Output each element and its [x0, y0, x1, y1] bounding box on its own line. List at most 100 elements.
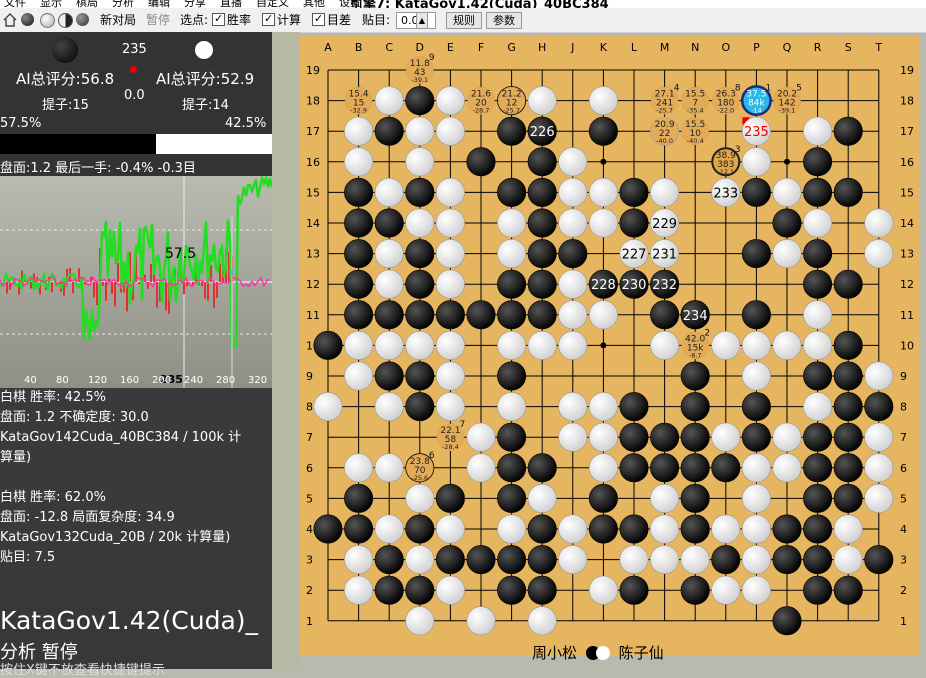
menu-item-6[interactable]: 直播	[220, 0, 242, 8]
calc-checkbox[interactable]	[262, 13, 275, 26]
window-title: 引擎7: KataGov1.42(Cuda)_40BC384	[350, 0, 609, 8]
white-stone	[834, 515, 862, 543]
row-label: 1	[900, 615, 907, 628]
info-line: 盘面: -12.8 局面复杂度: 34.9	[0, 508, 272, 528]
black-stone	[436, 545, 464, 573]
menu-item-5[interactable]: 分享	[184, 0, 206, 8]
menu-item-8[interactable]: 其他	[303, 0, 325, 8]
diff-bar	[111, 282, 113, 294]
black-stone	[467, 301, 495, 329]
column-label: E	[447, 41, 454, 54]
graph-tick-label: 200	[152, 375, 171, 386]
column-label: T	[874, 41, 882, 54]
new-game-button[interactable]: 新对局	[100, 12, 136, 28]
alternate-stone-icon[interactable]	[58, 13, 73, 28]
row-label: 15	[900, 186, 914, 199]
black-stone	[406, 392, 434, 420]
menu-item-2[interactable]: 棋局	[76, 0, 98, 8]
diff-toggle[interactable]: 目差	[312, 12, 351, 28]
white-stone	[436, 392, 464, 420]
winrate-toggle[interactable]: 胜率	[212, 12, 251, 28]
info-line: KataGov142Cuda_40BC384 / 100k 计	[0, 428, 272, 448]
menu-item-7[interactable]: 自定义	[256, 0, 289, 8]
black-stone	[344, 301, 372, 329]
black-stone	[497, 178, 525, 206]
diff-checkbox[interactable]	[312, 13, 325, 26]
white-stone	[650, 484, 678, 512]
black-stone	[620, 209, 648, 237]
move-number-label: 228	[591, 278, 616, 293]
calc-toggle[interactable]: 计算	[262, 12, 301, 28]
white-stone	[344, 117, 372, 145]
black-stone	[773, 515, 801, 543]
black-stone-icon[interactable]	[21, 13, 34, 26]
params-button[interactable]: 参数	[486, 12, 522, 29]
diff-bar	[96, 282, 98, 305]
graph-tick-label: 80	[56, 375, 69, 386]
pause-button[interactable]: 暂停	[146, 12, 170, 28]
komi-spinner[interactable]: ▲	[416, 12, 428, 29]
candidate-move[interactable]: 15.57-35.4	[682, 87, 709, 115]
white-stone	[406, 117, 434, 145]
rules-button[interactable]: 规则	[446, 12, 482, 29]
menu-item-0[interactable]: 文件	[4, 0, 26, 8]
black-stone	[803, 545, 831, 573]
white-stone	[497, 331, 525, 359]
home-icon[interactable]	[3, 13, 16, 26]
white-stone	[742, 484, 770, 512]
menu-item-4[interactable]: 编辑	[148, 0, 170, 8]
black-stone	[406, 239, 434, 267]
black-stone	[344, 178, 372, 206]
candidate-move[interactable]: 15.415-32.9	[345, 87, 372, 115]
info-line: 白棋 胜率: 62.0%	[0, 488, 272, 508]
diff-bar	[207, 282, 209, 300]
candidate-move[interactable]: 20.922-40.0	[651, 118, 678, 146]
column-label: N	[691, 41, 699, 54]
white-stone	[559, 270, 587, 298]
candidate-score: -25.7	[503, 107, 520, 115]
go-board[interactable]: ABCDEFGHJKLMNOPQRST191918181717161615151…	[300, 36, 920, 656]
black-player-name: 周小松	[532, 644, 577, 662]
row-label: 4	[306, 523, 313, 536]
komi-label: 贴目:	[362, 12, 390, 28]
black-stone	[406, 270, 434, 298]
white-stone	[712, 515, 740, 543]
black-stone	[803, 484, 831, 512]
candidate-move[interactable]: 21.620-28.7	[468, 87, 495, 115]
white-stone	[559, 515, 587, 543]
white-stone	[742, 362, 770, 390]
candidate-score: -12.1	[717, 168, 734, 176]
black-stone	[620, 392, 648, 420]
white-stone-icon[interactable]	[40, 13, 55, 28]
white-stone	[344, 545, 372, 573]
white-stone	[742, 454, 770, 482]
black-stone	[650, 423, 678, 451]
diff-bar	[213, 282, 215, 308]
white-stone	[375, 270, 403, 298]
menu-bar[interactable]: 文件显示棋局分析编辑分享直播自定义其他设置	[4, 0, 375, 8]
white-stone	[375, 239, 403, 267]
column-label: J	[570, 41, 574, 54]
row-label: 15	[306, 186, 320, 199]
star-point	[600, 159, 606, 165]
black-stone	[406, 178, 434, 206]
black-stone	[742, 392, 770, 420]
white-stone	[406, 484, 434, 512]
winrate-checkbox[interactable]	[212, 13, 225, 26]
diff-toggle-label: 目差	[327, 13, 351, 27]
white-stone	[773, 239, 801, 267]
menu-item-1[interactable]: 显示	[40, 0, 62, 8]
diff-bar	[30, 282, 32, 288]
black-stone	[742, 301, 770, 329]
row-label: 19	[900, 64, 914, 77]
white-stone	[559, 209, 587, 237]
candidate-rank: 8	[735, 84, 741, 94]
candidate-move[interactable]: 21.212-25.7	[498, 87, 525, 115]
menu-item-3[interactable]: 分析	[112, 0, 134, 8]
white-stone	[436, 209, 464, 237]
winrate-graph[interactable]: 57.5 235 4080120160200240280320	[0, 176, 272, 388]
graph-tick-label: 40	[24, 375, 37, 386]
analysis-stone-icon[interactable]	[76, 13, 89, 26]
candidate-move[interactable]: 15.510-40.4	[682, 118, 709, 146]
black-stone	[406, 301, 434, 329]
